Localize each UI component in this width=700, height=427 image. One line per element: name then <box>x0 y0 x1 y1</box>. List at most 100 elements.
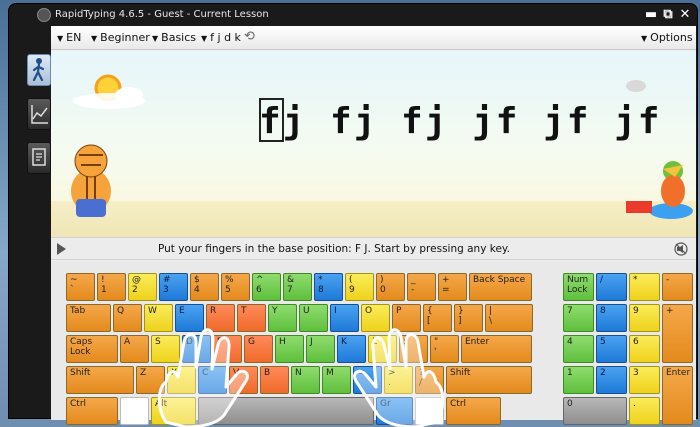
lesson-dropdown[interactable]: ▼ f j d k <box>201 31 241 44</box>
key-row5-0[interactable]: Ctrl <box>66 397 118 425</box>
key-row2-1[interactable]: Q <box>113 304 142 332</box>
minimize-button[interactable]: ▬ <box>643 7 659 23</box>
key-row4-0[interactable]: Shift <box>66 366 134 394</box>
sound-mute-icon[interactable] <box>674 242 688 256</box>
window-title: RapidTyping 4.6.5 - Guest - Current Less… <box>55 9 269 20</box>
key-row1-11[interactable]: _ - <box>407 273 436 301</box>
key-row2-2[interactable]: W <box>144 304 173 332</box>
course-dropdown[interactable]: ▼ Basics <box>152 31 196 44</box>
key-numpad-11[interactable]: 1 <box>563 366 594 394</box>
dropdown-arrow-icon: ▼ <box>91 34 98 43</box>
key-numpad-14[interactable]: Enter <box>662 366 693 425</box>
key-row2-5[interactable]: T <box>237 304 266 332</box>
key-row2-7[interactable]: U <box>299 304 328 332</box>
title-bar[interactable]: RapidTyping 4.6.5 - Guest - Current Less… <box>9 4 699 26</box>
key-row2-11[interactable]: { [ <box>423 304 452 332</box>
status-message: Put your fingers in the base position: F… <box>158 243 510 255</box>
key-row3-8[interactable]: K <box>337 335 366 363</box>
key-numpad-8[interactable]: 4 <box>563 335 594 363</box>
key-row1-4[interactable]: $ 4 <box>190 273 219 301</box>
key-row1-7[interactable]: & 7 <box>283 273 312 301</box>
key-row4-10[interactable]: ? / <box>415 366 444 394</box>
key-row1-0[interactable]: ~ ` <box>66 273 95 301</box>
restore-button[interactable]: ⧉ <box>660 7 676 23</box>
key-row3-9[interactable]: L <box>368 335 397 363</box>
key-numpad-13[interactable]: 3 <box>629 366 660 394</box>
key-row2-9[interactable]: O <box>361 304 390 332</box>
key-row3-11[interactable]: " ' <box>430 335 459 363</box>
key-row4-1[interactable]: Z <box>136 366 165 394</box>
key-numpad-5[interactable]: 8 <box>596 304 627 332</box>
key-row3-10[interactable]: : ; <box>399 335 428 363</box>
key-row4-11[interactable]: Shift <box>446 366 532 394</box>
key-numpad-15[interactable]: 0 <box>563 397 627 425</box>
options-dropdown[interactable]: ▼ Options <box>641 31 693 44</box>
key-row4-3[interactable]: C <box>198 366 227 394</box>
key-row3-5[interactable]: G <box>244 335 273 363</box>
key-row1-2[interactable]: @ 2 <box>128 273 157 301</box>
key-row3-2[interactable]: S <box>151 335 180 363</box>
key-row4-9[interactable]: > . <box>384 366 413 394</box>
key-numpad-2[interactable]: * <box>629 273 660 301</box>
key-row2-13[interactable]: | \ <box>485 304 533 332</box>
key-numpad-6[interactable]: 9 <box>629 304 660 332</box>
play-icon[interactable] <box>57 243 66 255</box>
key-row3-6[interactable]: H <box>275 335 304 363</box>
refresh-icon[interactable]: ⟲ <box>244 29 255 44</box>
key-numpad-3[interactable]: - <box>662 273 693 301</box>
main-content: ▼ EN ▼ Beginner ▼ Basics ▼ f j d k ⟲ ▼ Option… <box>51 26 696 427</box>
key-row3-3[interactable]: D <box>182 335 211 363</box>
key-row5-6[interactable]: Ctrl <box>446 397 501 425</box>
key-row1-3[interactable]: # 3 <box>159 273 188 301</box>
lesson-mode-button[interactable] <box>27 54 51 86</box>
key-row1-1[interactable]: ! 1 <box>97 273 126 301</box>
key-row5-2[interactable]: Alt <box>151 397 196 425</box>
key-numpad-16[interactable]: . <box>629 397 660 425</box>
status-bar: Put your fingers in the base position: F… <box>51 237 696 260</box>
key-row3-12[interactable]: Enter <box>461 335 532 363</box>
key-row1-6[interactable]: ^ 6 <box>252 273 281 301</box>
key-row2-6[interactable]: Y <box>268 304 297 332</box>
key-row4-4[interactable]: V <box>229 366 258 394</box>
statistics-button[interactable] <box>27 98 51 130</box>
key-row2-3[interactable]: E <box>175 304 204 332</box>
key-row4-8[interactable]: < , <box>353 366 382 394</box>
key-numpad-9[interactable]: 5 <box>596 335 627 363</box>
key-row1-10[interactable]: ) 0 <box>376 273 405 301</box>
key-row4-5[interactable]: B <box>260 366 289 394</box>
key-numpad-10[interactable]: 6 <box>629 335 660 363</box>
key-numpad-7[interactable]: + <box>662 304 693 363</box>
key-row5-4[interactable]: Gr <box>376 397 413 425</box>
key-row4-7[interactable]: M <box>322 366 351 394</box>
course-label: Basics <box>161 31 197 44</box>
key-row2-10[interactable]: P <box>392 304 421 332</box>
key-numpad-4[interactable]: 7 <box>563 304 594 332</box>
key-row3-4[interactable]: F <box>213 335 242 363</box>
key-row3-7[interactable]: J <box>306 335 335 363</box>
key-row2-12[interactable]: } ] <box>454 304 483 332</box>
key-row5-3[interactable] <box>198 397 374 425</box>
level-dropdown[interactable]: ▼ Beginner <box>91 31 150 44</box>
key-row3-1[interactable]: A <box>120 335 149 363</box>
key-row2-8[interactable]: I <box>330 304 359 332</box>
key-row5-5[interactable] <box>415 397 444 425</box>
key-numpad-12[interactable]: 2 <box>596 366 627 394</box>
key-row1-13[interactable]: Back Space <box>469 273 532 301</box>
key-row1-8[interactable]: * 8 <box>314 273 343 301</box>
dropdown-arrow-icon: ▼ <box>641 34 648 43</box>
key-numpad-1[interactable]: / <box>596 273 627 301</box>
key-row2-0[interactable]: Tab <box>66 304 111 332</box>
key-row4-2[interactable]: X <box>167 366 196 394</box>
language-dropdown[interactable]: ▼ EN <box>57 31 81 44</box>
key-row2-4[interactable]: R <box>206 304 235 332</box>
key-row1-12[interactable]: + = <box>438 273 467 301</box>
key-row5-1[interactable] <box>120 397 149 425</box>
key-row1-5[interactable]: % 5 <box>221 273 250 301</box>
key-row4-6[interactable]: N <box>291 366 320 394</box>
lesson-menubar: ▼ EN ▼ Beginner ▼ Basics ▼ f j d k ⟲ ▼ Option… <box>51 26 696 50</box>
course-editor-button[interactable] <box>27 142 51 174</box>
key-row3-0[interactable]: Caps Lock <box>66 335 118 363</box>
key-numpad-0[interactable]: Num Lock <box>563 273 594 301</box>
close-button[interactable]: ✕ <box>677 7 693 23</box>
key-row1-9[interactable]: ( 9 <box>345 273 374 301</box>
